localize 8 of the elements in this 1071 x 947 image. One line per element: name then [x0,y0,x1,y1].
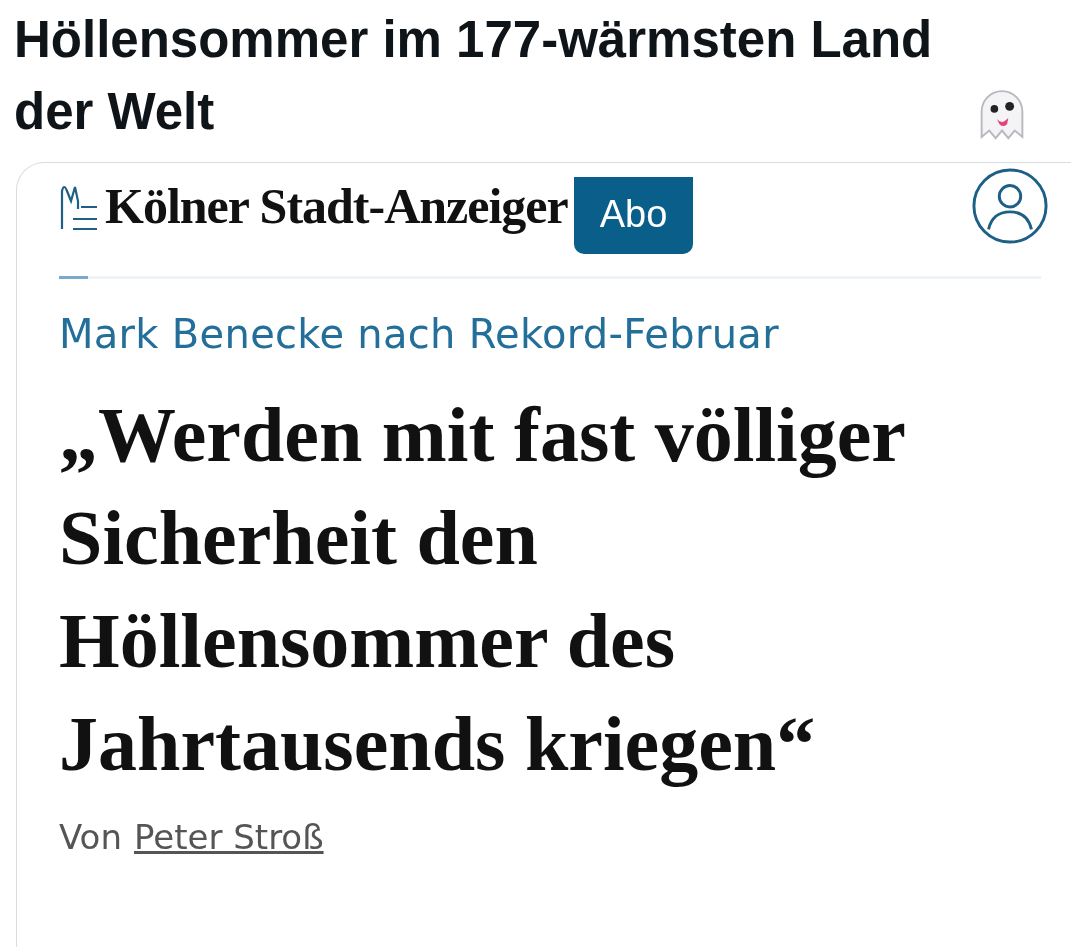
byline-prefix: Von [59,817,122,857]
subscribe-button[interactable]: Abo [573,177,694,254]
kicker: Mark Benecke nach Rekord-Februar [59,311,780,357]
post-text: Höllensommer im 177-wärmsten Land der Welt [14,10,934,142]
headline: „Werden mit fast völliger Sicherheit den Höllensommer des Jahrtausends kriegen“ [59,390,906,789]
author-link[interactable]: Peter Stroß [134,817,324,857]
user-icon[interactable] [971,166,1049,245]
masthead: Kölner Stadt-Anzeiger [105,176,568,235]
